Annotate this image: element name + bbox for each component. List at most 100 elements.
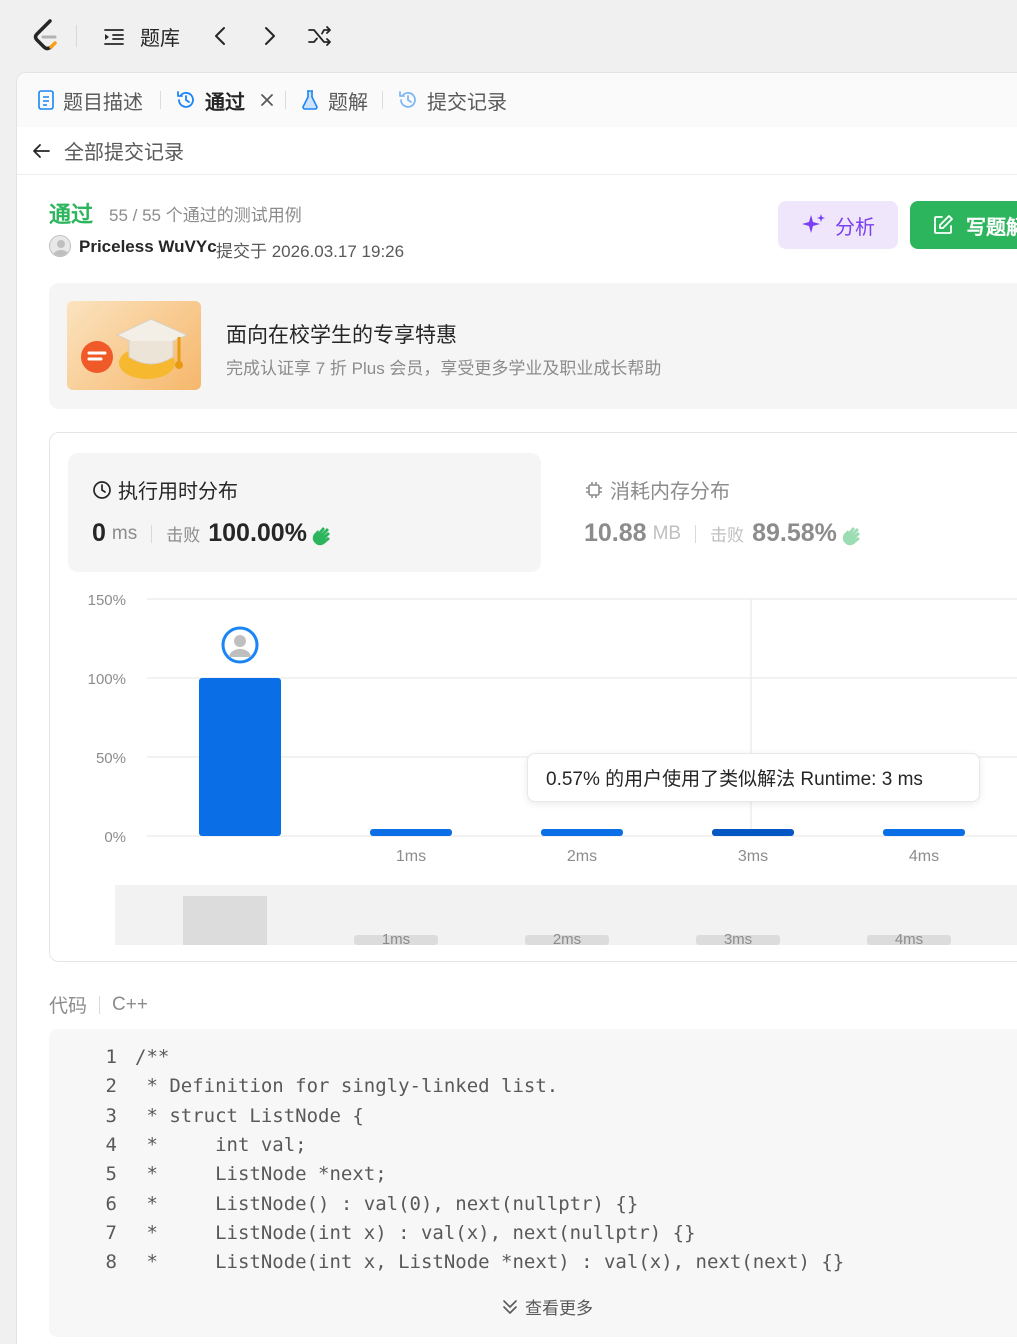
tab-submissions[interactable]: 提交记录: [397, 73, 507, 127]
minimap-label: 1ms: [382, 931, 410, 948]
document-icon: [38, 90, 54, 110]
chip-icon: [586, 481, 602, 498]
code-line: 1 /**: [49, 1046, 170, 1075]
code-text: * struct ListNode {: [135, 1104, 364, 1127]
testcase-count: 55 / 55 个通过的测试用例: [109, 206, 302, 225]
chart-bar: [199, 678, 281, 836]
runtime-beat-value: 100.00%: [208, 519, 307, 547]
memory-unit: MB: [652, 522, 682, 544]
y-tick-label: 50%: [96, 750, 126, 767]
code-text: * int val;: [135, 1133, 307, 1156]
view-more-label: 查看更多: [525, 1299, 593, 1318]
user-icon: [53, 240, 69, 256]
tab-submissions-label: 提交记录: [427, 91, 507, 114]
runtime-values: 0 ms 击败 100.00%: [92, 519, 337, 548]
minimap-bar: [183, 896, 267, 945]
write-solution-button[interactable]: 写题解: [910, 201, 1017, 249]
promo-banner[interactable]: 面向在校学生的专享特惠 完成认证享 7 折 Plus 会员，享受更多学业及职业成…: [49, 283, 1017, 409]
code-label: 代码: [49, 996, 88, 1017]
code-text: /**: [135, 1046, 170, 1068]
line-number: 1: [105, 1046, 117, 1068]
x-tick-label: 3ms: [738, 848, 768, 865]
runtime-title: 执行用时分布: [92, 475, 238, 504]
line-number: 4: [105, 1133, 117, 1156]
code-language: C++: [112, 993, 148, 1015]
tab-solutions-label: 题解: [328, 91, 368, 114]
memory-title-label: 消耗内存分布: [610, 481, 730, 503]
memory-title: 消耗内存分布: [584, 475, 730, 504]
top-bar: 题库: [0, 0, 1017, 72]
line-number: 2: [105, 1075, 117, 1098]
analyze-button[interactable]: 分析: [778, 201, 898, 249]
code-block[interactable]: 1 /** 2 * Definition for singly-linked lis…: [49, 1029, 1017, 1337]
divider: [76, 25, 77, 47]
close-icon[interactable]: [259, 92, 275, 108]
tab-accepted[interactable]: 通过: [175, 73, 283, 127]
line-number: 7: [105, 1221, 117, 1244]
shuffle-icon[interactable]: [306, 24, 334, 48]
runtime-stat[interactable]: 执行用时分布 0 ms 击败 100.00%: [68, 453, 541, 572]
back-arrow-icon[interactable]: [30, 140, 52, 162]
avatar[interactable]: [49, 235, 71, 257]
history-icon: [399, 91, 416, 108]
divider: [151, 524, 153, 543]
minimap-label: 3ms: [724, 931, 752, 948]
code-line: 5 * ListNode *next;: [49, 1163, 387, 1192]
problem-list-button[interactable]: 题库: [102, 22, 180, 51]
chart-bar: [712, 829, 794, 836]
code-line: 2 * Definition for singly-linked list.: [49, 1075, 559, 1104]
tab-divider: [285, 91, 286, 109]
flask-icon: [302, 90, 318, 110]
runtime-title-label: 执行用时分布: [118, 481, 238, 503]
tab-accepted-label: 通过: [205, 91, 245, 114]
tab-bar: 题目描述 通过 题解 提交记录: [17, 73, 1017, 127]
runtime-value: 0: [92, 519, 106, 547]
tab-description-label: 题目描述: [63, 91, 143, 114]
runtime-distribution-chart[interactable]: 0% 50% 100% 150% 1ms 2ms 3ms 4ms 1ms 2ms 3ms 4ms 0.…: [50, 583, 1017, 961]
edit-icon: [934, 215, 953, 234]
user-marker-head: [234, 635, 246, 647]
promo-title: 面向在校学生的专享特惠: [226, 324, 457, 347]
memory-value: 10.88: [584, 519, 647, 547]
all-submissions-link[interactable]: 全部提交记录: [64, 136, 184, 165]
chart-bar: [370, 829, 452, 836]
chevron-double-down-icon: [503, 1299, 517, 1314]
runtime-unit: ms: [111, 522, 138, 544]
code-text: * ListNode() : val(0), next(nullptr) {}: [135, 1192, 639, 1215]
code-text: * ListNode *next;: [135, 1163, 387, 1186]
line-number: 3: [105, 1104, 117, 1127]
breadcrumb: 全部提交记录: [17, 127, 1017, 175]
tab-divider: [382, 91, 383, 109]
code-line: 7 * ListNode(int x) : val(x), next(nullp…: [49, 1222, 696, 1251]
code-line: 8 * ListNode(int x, ListNode *next) : va…: [49, 1251, 845, 1280]
y-tick-label: 150%: [88, 592, 126, 609]
minimap-label: 4ms: [895, 931, 923, 948]
x-tick-label: 4ms: [909, 848, 939, 865]
clap-icon: [312, 526, 330, 545]
x-tick-label: 1ms: [396, 848, 426, 865]
line-number: 6: [105, 1192, 117, 1215]
memory-beat-label: 击败: [710, 526, 745, 545]
code-text: * ListNode(int x) : val(x), next(nullptr…: [135, 1221, 696, 1244]
code-text: * ListNode(int x, ListNode *next) : val(…: [135, 1251, 845, 1274]
analyze-label: 分析: [835, 216, 875, 239]
tab-solutions[interactable]: 题解: [300, 73, 368, 127]
clap-icon: [842, 526, 860, 545]
submission-status: 通过: [49, 202, 94, 227]
chart-bar: [883, 829, 965, 836]
memory-stat[interactable]: 消耗内存分布 10.88 MB 击败 89.58%: [566, 453, 1017, 572]
leetcode-logo[interactable]: [30, 18, 64, 54]
submission-time: 提交于 2026.03.17 19:26: [216, 242, 405, 261]
username[interactable]: Priceless WuVYc: [79, 237, 217, 257]
runtime-beat-label: 击败: [166, 526, 201, 545]
write-solution-label: 写题解: [966, 216, 1017, 239]
view-more-button[interactable]: 查看更多: [501, 1294, 593, 1319]
code-text: * Definition for singly-linked list.: [135, 1075, 559, 1098]
tab-divider: [160, 91, 161, 109]
performance-card: 执行用时分布 0 ms 击败 100.00% 消耗内存分布 10.88 MB 击…: [49, 432, 1017, 962]
tab-description[interactable]: 题目描述: [37, 73, 143, 127]
sparkle-icon: [802, 214, 825, 233]
prev-problem-icon[interactable]: [210, 24, 232, 48]
next-problem-icon[interactable]: [258, 24, 280, 48]
divider: [695, 524, 697, 543]
